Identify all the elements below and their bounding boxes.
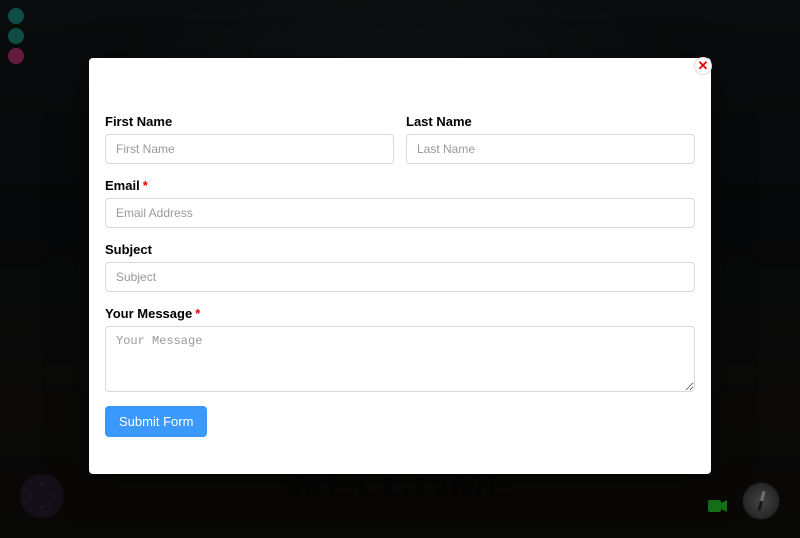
close-icon: ✕ (698, 58, 709, 73)
required-mark: * (195, 306, 200, 321)
message-field[interactable] (105, 326, 695, 392)
email-label: Email* (105, 178, 695, 193)
subject-field[interactable] (105, 262, 695, 292)
last-name-label: Last Name (406, 114, 695, 129)
message-label: Your Message* (105, 306, 695, 321)
first-name-label: First Name (105, 114, 394, 129)
email-field[interactable] (105, 198, 695, 228)
first-name-field[interactable] (105, 134, 394, 164)
contact-form-modal: ✕ First Name Last Name Email* Subject (89, 58, 711, 474)
close-button[interactable]: ✕ (694, 57, 712, 75)
submit-button[interactable]: Submit Form (105, 406, 207, 437)
last-name-field[interactable] (406, 134, 695, 164)
form-body: First Name Last Name Email* Subject Your… (89, 58, 711, 453)
subject-label: Subject (105, 242, 695, 257)
required-mark: * (143, 178, 148, 193)
